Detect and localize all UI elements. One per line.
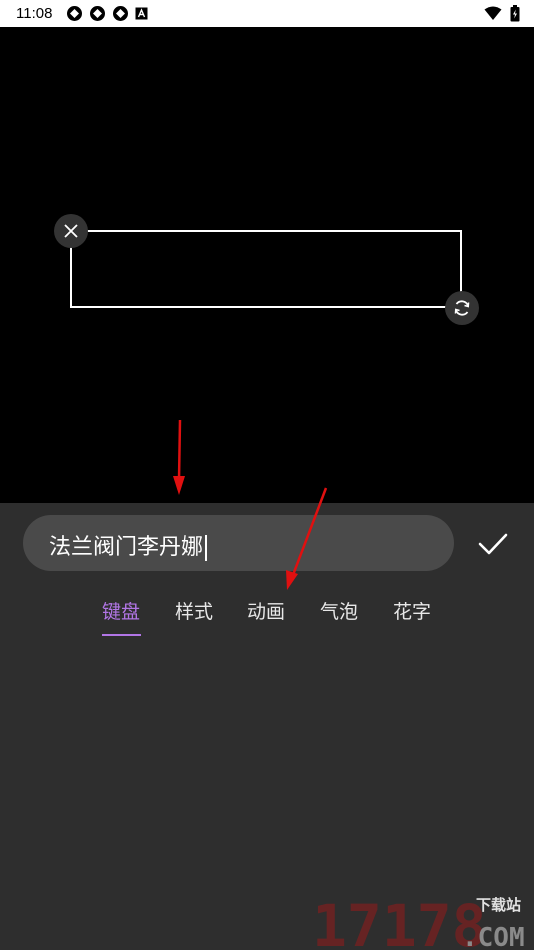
notification-icons bbox=[66, 5, 148, 22]
delete-text-button[interactable] bbox=[54, 214, 88, 248]
status-time: 11:08 bbox=[16, 5, 53, 22]
rotate-scale-handle[interactable] bbox=[445, 291, 479, 325]
rotate-icon bbox=[454, 300, 470, 316]
app-notification-icon bbox=[90, 6, 105, 21]
watermark-site: 下载站 bbox=[476, 896, 521, 914]
tab-style[interactable]: 样式 bbox=[175, 597, 213, 624]
site-watermark: 17178 下载站 .COM bbox=[312, 892, 525, 950]
watermark-number: 17178 bbox=[312, 892, 487, 950]
tab-bubble[interactable]: 气泡 bbox=[320, 597, 358, 624]
wifi-icon bbox=[484, 6, 502, 20]
close-icon bbox=[64, 224, 78, 238]
text-input-value: 法兰阀门李丹娜 bbox=[49, 535, 204, 560]
watermark-domain: .COM bbox=[462, 923, 525, 950]
checkmark-icon bbox=[478, 533, 508, 555]
system-icons bbox=[484, 5, 520, 22]
text-bounding-box[interactable] bbox=[70, 230, 462, 308]
tab-fancy-text[interactable]: 花字 bbox=[393, 597, 431, 624]
text-caret bbox=[205, 535, 208, 561]
battery-icon bbox=[510, 5, 520, 22]
a-notification-icon bbox=[135, 7, 148, 20]
edit-tabs: 键盘 样式 动画 气泡 花字 bbox=[0, 591, 534, 641]
status-bar: 11:08 bbox=[0, 0, 534, 27]
app-notification-icon bbox=[113, 6, 128, 21]
app-notification-icon bbox=[67, 6, 82, 21]
active-tab-indicator bbox=[102, 634, 141, 636]
text-edit-panel: 法兰阀门李丹娜 键盘 样式 动画 气泡 花字 bbox=[0, 503, 534, 950]
text-input[interactable]: 法兰阀门李丹娜 bbox=[23, 515, 454, 571]
tab-keyboard[interactable]: 键盘 bbox=[102, 597, 140, 624]
tab-animation[interactable]: 动画 bbox=[247, 597, 285, 624]
confirm-button[interactable] bbox=[474, 525, 512, 563]
